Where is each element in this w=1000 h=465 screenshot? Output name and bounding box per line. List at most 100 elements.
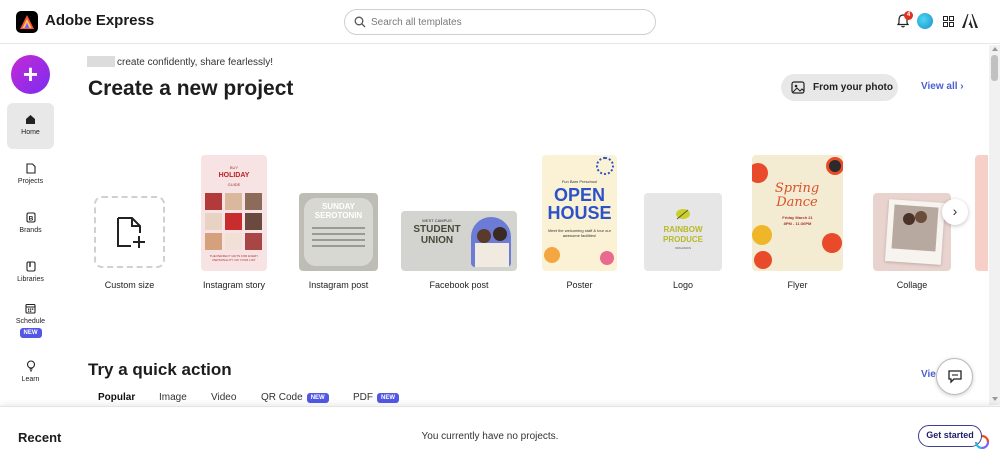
sidebar-item-label: Libraries — [17, 276, 44, 283]
thumb-text: Dance — [776, 195, 818, 210]
tab-label: QR Code — [261, 392, 303, 403]
lightbulb-icon — [26, 360, 35, 372]
redacted-name — [87, 56, 115, 67]
scrollbar[interactable] — [989, 45, 1000, 405]
search-box[interactable] — [344, 9, 656, 35]
calendar-icon — [25, 303, 36, 314]
sidebar-item-schedule[interactable]: Schedule NEW — [7, 303, 54, 338]
chevron-right-icon: › — [960, 81, 964, 92]
quick-action-title: Try a quick action — [88, 360, 232, 379]
avatar[interactable] — [917, 13, 933, 29]
thumb-text: Spring — [774, 181, 820, 196]
tab-qr-code[interactable]: QR Code NEW — [261, 392, 329, 403]
thumb-image — [225, 193, 242, 210]
adobe-icon[interactable] — [962, 14, 978, 28]
apps-grid-icon[interactable] — [943, 16, 954, 27]
thumb-text: Friday March 21 — [782, 215, 813, 220]
sidebar-item-label: Learn — [21, 376, 40, 383]
plus-icon: + — [22, 59, 39, 89]
facebook-post-card[interactable]: WEST CAMPUS STUDENT UNION — [401, 211, 517, 271]
thumb-text: HOUSE — [547, 203, 612, 223]
tab-image[interactable]: Image — [159, 392, 187, 403]
sidebar-item-libraries[interactable]: Libraries — [7, 261, 54, 283]
tagline: create confidently, share fearlessly! — [87, 56, 273, 68]
sidebar-item-brands[interactable]: B Brands — [7, 212, 54, 234]
thumb-flower — [596, 157, 614, 175]
thumb-line — [312, 245, 365, 247]
adobe-express-logo-icon[interactable] — [16, 11, 38, 33]
thumb-text: STUDENT — [413, 224, 461, 235]
from-your-photo-button[interactable]: From your photo — [781, 74, 898, 101]
scroll-thumb[interactable] — [991, 55, 998, 81]
new-badge: NEW — [377, 393, 399, 403]
thumb-text: THE PERFECT GIFTS FOR EVERY PERSONALITY … — [209, 254, 259, 262]
view-all-link[interactable]: View all › — [921, 81, 964, 92]
sidebar-item-projects[interactable]: Projects — [7, 163, 54, 185]
flyer-card[interactable]: Spring Dance Friday March 21 8PM - 11:30… — [752, 155, 843, 271]
file-icon — [25, 163, 36, 174]
card-label: Instagram story — [202, 280, 266, 290]
sidebar-item-label: Home — [21, 129, 40, 136]
collage-card[interactable] — [873, 193, 951, 271]
search-input[interactable] — [371, 13, 641, 31]
chevron-right-icon: › — [952, 203, 958, 219]
custom-size-card[interactable] — [94, 196, 165, 268]
thumb-flower — [826, 157, 843, 175]
home-icon — [26, 115, 35, 124]
instagram-post-card[interactable]: SUNDAY SEROTONIN — [299, 193, 378, 271]
leaf-icon — [676, 209, 690, 220]
recent-panel: Recent You currently have no projects. G… — [0, 406, 1000, 465]
next-template-card[interactable] — [975, 155, 988, 271]
scroll-down-arrow-icon[interactable] — [992, 397, 998, 401]
tab-pdf[interactable]: PDF NEW — [353, 392, 399, 403]
sidebar-item-home[interactable]: Home — [7, 103, 54, 149]
tab-label: Popular — [98, 392, 136, 403]
new-badge: NEW — [306, 393, 329, 403]
sidebar-item-label: Schedule — [15, 318, 46, 325]
from-your-photo-label: From your photo — [813, 82, 893, 93]
custom-size-icon — [117, 217, 145, 248]
thumb-photo — [903, 213, 915, 225]
thumb-line — [312, 227, 365, 229]
create-new-button[interactable]: + — [11, 55, 50, 94]
svg-text:B: B — [28, 215, 33, 222]
empty-projects-message: You currently have no projects. — [421, 431, 559, 442]
card-label: Facebook post — [429, 280, 489, 290]
card-label: Custom size — [104, 280, 155, 290]
sidebar-item-label: Brands — [19, 227, 42, 234]
thumb-flower — [544, 247, 560, 263]
progress-ring-icon[interactable] — [975, 435, 989, 449]
thumb-text: HOLIDAY — [218, 172, 250, 179]
thumb-text: UNION — [420, 235, 454, 246]
thumb-text: ORGANICS — [674, 246, 691, 250]
thumb-flower — [754, 251, 772, 269]
logo-card[interactable]: RAINBOW PRODUCE ORGANICS — [644, 193, 722, 271]
thumb-image — [225, 233, 242, 250]
thumb-flower — [822, 233, 842, 253]
sidebar-item-learn[interactable]: Learn — [7, 360, 54, 383]
thumb-image — [245, 213, 262, 230]
carousel-next-button[interactable]: › — [942, 199, 968, 225]
thumb-line — [312, 239, 365, 241]
tab-popular[interactable]: Popular — [98, 392, 135, 403]
card-label: Poster — [566, 280, 593, 290]
library-icon — [25, 261, 36, 272]
tab-video[interactable]: Video — [211, 392, 236, 403]
scroll-up-arrow-icon[interactable] — [992, 47, 998, 51]
get-started-button[interactable]: Get started — [918, 425, 982, 447]
instagram-story-card[interactable]: BUY HOLIDAY GUIDE THE PERFECT GIFTS FOR … — [201, 155, 267, 271]
thumb-photo — [891, 204, 939, 252]
app-title[interactable]: Adobe Express — [45, 12, 154, 29]
card-label: Logo — [672, 280, 694, 290]
thumb-text: Fun Barn Preschool — [561, 179, 598, 184]
chat-button[interactable] — [936, 358, 973, 395]
card-label: Instagram post — [308, 280, 369, 290]
thumb-flower — [752, 225, 772, 245]
page-title: Create a new project — [88, 77, 294, 100]
quick-action-view-all-link[interactable]: Vie — [921, 369, 936, 380]
poster-card[interactable]: Fun Barn Preschool OPEN HOUSE Meet the w… — [542, 155, 617, 271]
thumb-text: OPEN — [553, 185, 605, 205]
thumb-text: RAINBOW — [663, 225, 703, 234]
thumb-image — [245, 233, 262, 250]
thumb-text: WEST CAMPUS — [422, 218, 452, 223]
